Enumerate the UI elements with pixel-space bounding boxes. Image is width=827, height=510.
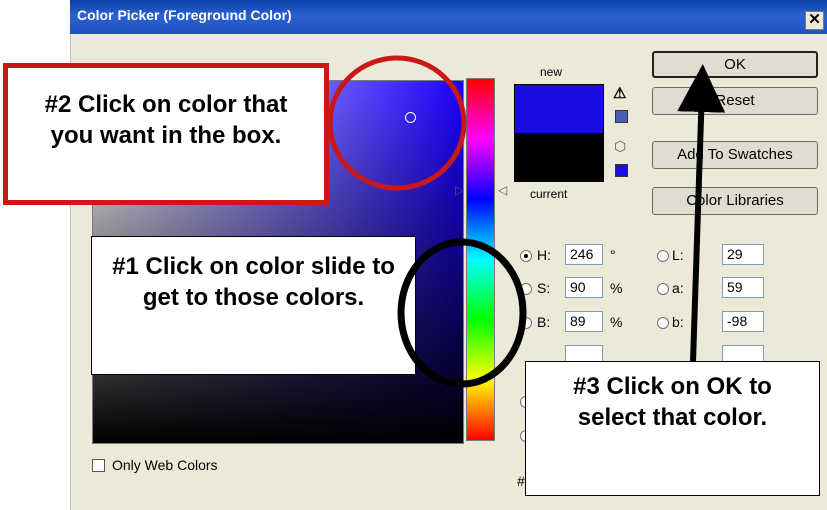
cube-icon[interactable]: ⬡ <box>614 138 626 155</box>
new-color-swatch <box>514 84 604 134</box>
s-unit: % <box>610 280 623 296</box>
web-safe-swatch[interactable] <box>615 164 628 177</box>
hue-slider-right-arrow-icon[interactable]: ◁ <box>498 183 507 197</box>
h-unit: ° <box>610 247 616 263</box>
hue-slider-left-arrow-icon[interactable]: ▷ <box>455 183 464 197</box>
current-label: current <box>530 187 568 201</box>
s-radio[interactable] <box>520 283 532 295</box>
lab-a-radio[interactable] <box>657 283 669 295</box>
h-radio[interactable] <box>520 250 532 262</box>
callout-step-2: #2 Click on color that you want in the b… <box>3 63 329 205</box>
lab-b-label: b: <box>672 314 684 330</box>
current-color-swatch <box>514 134 604 182</box>
b-unit: % <box>610 314 623 330</box>
b-label: B: <box>537 314 551 330</box>
ok-button[interactable]: OK <box>652 51 818 78</box>
only-web-colors-checkbox[interactable] <box>92 459 105 472</box>
title-bar: Color Picker (Foreground Color) ✕ <box>70 0 827 34</box>
lab-b-field[interactable]: -98 <box>722 311 764 332</box>
b-radio[interactable] <box>520 317 532 329</box>
warning-icon[interactable]: ⚠ <box>613 84 626 102</box>
lab-a-label: a: <box>672 280 684 296</box>
lab-l-label: L: <box>672 247 684 263</box>
h-label: H: <box>537 247 551 263</box>
reset-button[interactable]: Reset <box>652 87 818 115</box>
lab-l-field[interactable]: 29 <box>722 244 764 265</box>
add-to-swatches-button[interactable]: Add To Swatches <box>652 141 818 169</box>
gamut-swatch[interactable] <box>615 110 628 123</box>
lab-l-radio[interactable] <box>657 250 669 262</box>
lab-a-field[interactable]: 59 <box>722 277 764 298</box>
h-field[interactable]: 246 <box>565 244 603 265</box>
window-title: Color Picker (Foreground Color) <box>77 7 292 23</box>
callout-step-1: #1 Click on color slide to get to those … <box>91 236 416 375</box>
lab-b-radio[interactable] <box>657 317 669 329</box>
color-libraries-button[interactable]: Color Libraries <box>652 187 818 215</box>
close-icon[interactable]: ✕ <box>805 11 824 30</box>
selected-color-marker[interactable] <box>405 112 416 123</box>
callout-step-3: #3 Click on OK to select that color. <box>525 361 820 496</box>
hex-label: # <box>517 473 525 489</box>
hue-slider[interactable] <box>466 78 495 441</box>
new-label: new <box>540 65 563 79</box>
only-web-colors-label: Only Web Colors <box>112 457 218 473</box>
s-field[interactable]: 90 <box>565 277 603 298</box>
b-field[interactable]: 89 <box>565 311 603 332</box>
s-label: S: <box>537 280 551 296</box>
